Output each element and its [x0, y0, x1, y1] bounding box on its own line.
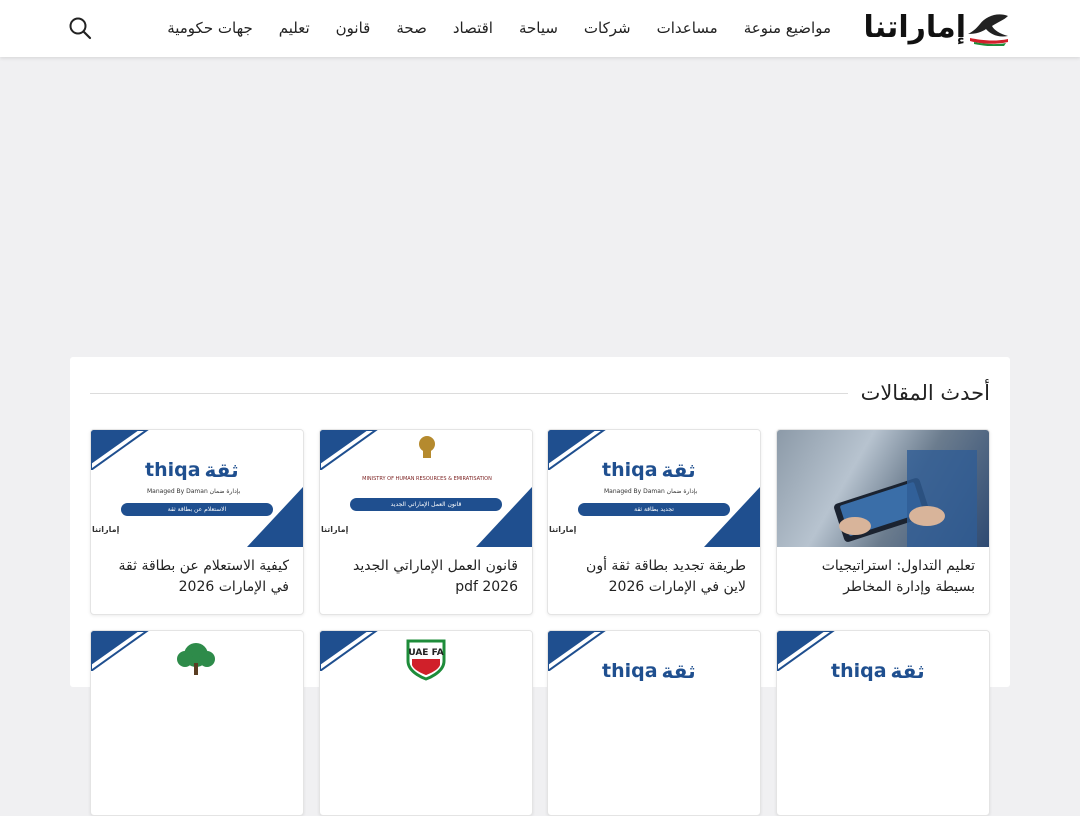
article-card[interactable]: thiqa ثقة	[776, 630, 990, 816]
article-card[interactable]: تعليم التداول: استراتيجيات بسيطة وإدارة …	[776, 429, 990, 615]
thiqa-logo: thiqa ثقة	[602, 659, 696, 683]
article-title[interactable]: كيفية الاستعلام عن بطاقة ثقة في الإمارات…	[103, 556, 289, 598]
article-card[interactable]: thiqa ثقة Managed By Daman بإدارة ضمان ا…	[90, 429, 304, 615]
blue-corner-shape	[704, 487, 760, 547]
ministry-name: MINISTRY OF HUMAN RESOURCES & EMIRATISAT…	[362, 476, 492, 482]
article-title[interactable]: تعليم التداول: استراتيجيات بسيطة وإدارة …	[789, 556, 975, 598]
nav-item-government[interactable]: جهات حكومية	[154, 0, 266, 57]
article-thumbnail[interactable]: UAE FA	[320, 631, 532, 748]
search-icon[interactable]	[68, 16, 92, 40]
site-header: إماراتنا جهات حكومية تعليم قانون صحة اقت…	[0, 0, 1080, 57]
article-thumbnail[interactable]	[777, 430, 989, 547]
article-card[interactable]: UAE FA	[319, 630, 533, 816]
svg-text:UAE FA: UAE FA	[408, 648, 443, 658]
article-thumbnail[interactable]: thiqa ثقة Managed By Daman بإدارة ضمان ت…	[548, 430, 760, 547]
main-nav: جهات حكومية تعليم قانون صحة اقتصاد سياحة…	[154, 0, 844, 57]
blue-corner-shape	[320, 430, 378, 470]
thumb-brand-logo: إماراتنا	[549, 525, 577, 534]
thiqa-logo: thiqa ثقة	[602, 458, 696, 482]
latest-articles-panel: أحدث المقالات تعليم التداول: استراتيجيات…	[70, 357, 1010, 816]
tablet-illustration-icon	[834, 450, 977, 547]
blue-corner-shape	[320, 631, 378, 671]
uae-emblem-icon	[419, 436, 435, 458]
blue-corner-shape	[548, 430, 606, 470]
article-title[interactable]: طريقة تجديد بطاقة ثقة أون لاين في الإمار…	[560, 556, 746, 598]
article-thumbnail[interactable]: thiqa ثقة Managed By Daman بإدارة ضمان ا…	[91, 430, 303, 547]
nav-item-education[interactable]: تعليم	[266, 0, 323, 57]
section-title: أحدث المقالات	[860, 381, 990, 405]
article-thumbnail[interactable]: thiqa ثقة	[548, 631, 760, 748]
blue-corner-shape	[91, 631, 149, 671]
nav-item-misc[interactable]: مواضيع منوعة	[731, 0, 844, 57]
nav-item-economy[interactable]: اقتصاد	[440, 0, 506, 57]
nav-item-law[interactable]: قانون	[323, 0, 384, 57]
article-thumbnail[interactable]: thiqa ثقة	[777, 631, 989, 748]
logo-text: إماراتنا	[863, 10, 966, 45]
thumb-brand-logo: إماراتنا	[321, 525, 349, 534]
blue-corner-shape	[476, 487, 532, 547]
thiqa-logo: thiqa ثقة	[831, 659, 925, 683]
nav-item-companies[interactable]: شركات	[571, 0, 644, 57]
nav-item-aid[interactable]: مساعدات	[644, 0, 731, 57]
nav-item-tourism[interactable]: سياحة	[506, 0, 571, 57]
falcon-logo-icon	[968, 14, 1008, 46]
article-card[interactable]: thiqa ثقة	[547, 630, 761, 816]
article-title[interactable]: قانون العمل الإماراتي الجديد pdf 2026	[332, 556, 518, 598]
section-divider	[90, 393, 848, 394]
nav-item-health[interactable]: صحة	[383, 0, 439, 57]
thumb-brand-logo: إماراتنا	[92, 525, 120, 534]
uae-fa-badge-icon: UAE FA	[406, 639, 446, 681]
article-card[interactable]: MINISTRY OF HUMAN RESOURCES & EMIRATISAT…	[319, 429, 533, 615]
article-card[interactable]: thiqa ثقة Managed By Daman بإدارة ضمان ت…	[547, 429, 761, 615]
site-logo[interactable]: إماراتنا	[864, 8, 1010, 50]
article-thumbnail[interactable]	[91, 631, 303, 748]
article-thumbnail[interactable]: MINISTRY OF HUMAN RESOURCES & EMIRATISAT…	[320, 430, 532, 547]
blue-corner-shape	[91, 430, 149, 470]
blue-corner-shape	[777, 631, 835, 671]
blue-corner-shape	[548, 631, 606, 671]
blue-corner-shape	[247, 487, 303, 547]
article-card[interactable]	[90, 630, 304, 816]
tree-icon	[177, 643, 215, 675]
thiqa-logo: thiqa ثقة	[145, 458, 239, 482]
